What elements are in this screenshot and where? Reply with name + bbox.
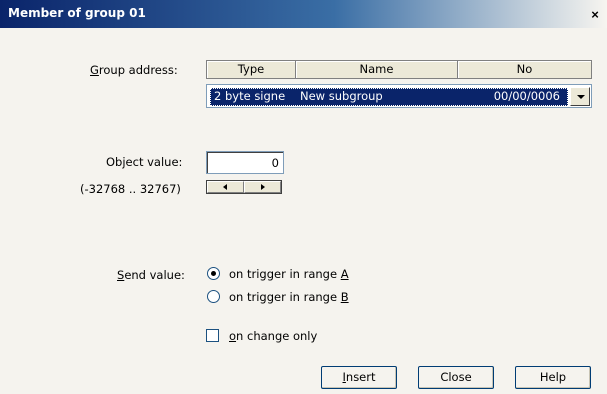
column-header-type[interactable]: Type — [207, 61, 296, 78]
radio-trigger-range-b-label[interactable]: on trigger in range B — [229, 290, 349, 304]
on-change-only-checkbox[interactable] — [206, 329, 219, 342]
radio-trigger-range-a-label[interactable]: on trigger in range A — [229, 267, 349, 281]
group-address-column-headers: Type Name No — [206, 60, 592, 79]
group-address-label: Group address: — [90, 63, 178, 77]
radio-trigger-range-a[interactable] — [207, 267, 220, 280]
on-change-only-label[interactable]: on change only — [229, 329, 317, 343]
help-button[interactable]: Help — [515, 366, 591, 389]
object-value-input[interactable] — [206, 151, 284, 174]
send-value-label: Send value: — [117, 268, 185, 282]
selected-type: 2 byte signe — [214, 89, 286, 103]
column-header-name[interactable]: Name — [296, 61, 458, 78]
radio-trigger-range-b[interactable] — [207, 290, 220, 303]
insert-button[interactable]: Insert — [321, 366, 397, 389]
object-value-label: Object value: — [106, 155, 183, 169]
object-value-spinner[interactable] — [206, 180, 282, 194]
object-value-range: (-32768 .. 32767) — [80, 182, 181, 196]
selected-name: New subgroup — [300, 89, 383, 103]
spin-left-arrow-icon[interactable] — [207, 181, 244, 193]
close-icon[interactable]: × — [588, 8, 602, 22]
dropdown-arrow-icon[interactable] — [570, 87, 590, 106]
column-header-no[interactable]: No — [458, 61, 591, 78]
title-bar[interactable]: Member of group 01 × — [0, 0, 607, 28]
close-button[interactable]: Close — [418, 366, 494, 389]
spin-right-arrow-icon[interactable] — [244, 181, 281, 193]
dialog-window: Member of group 01 × Group address: Type… — [0, 0, 607, 394]
window-title: Member of group 01 — [8, 6, 146, 20]
selected-number: 00/00/0006 — [493, 89, 560, 103]
selected-group-row[interactable]: 2 byte signe New subgroup 00/00/0006 — [210, 88, 568, 106]
group-address-dropdown[interactable]: 2 byte signe New subgroup 00/00/0006 — [206, 84, 592, 108]
